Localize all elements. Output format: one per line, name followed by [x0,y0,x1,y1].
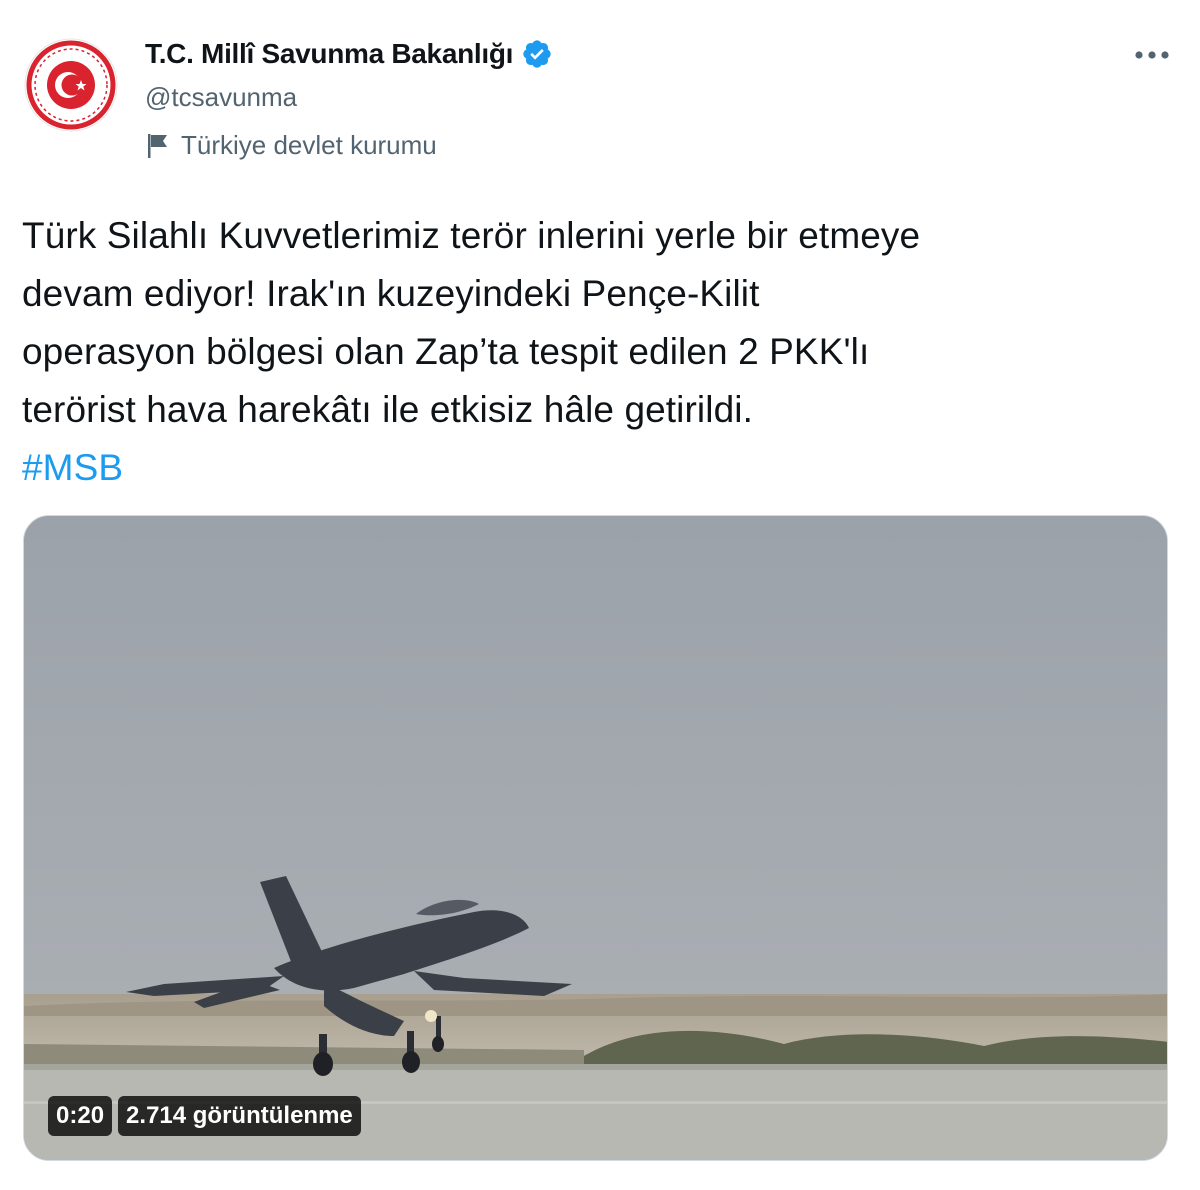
tweet-text-line: devam ediyor! Irak'ın kuzeyindeki Pençe-… [22,273,760,314]
hashtag-link[interactable]: #MSB [22,439,1172,497]
more-options-icon[interactable] [1130,40,1174,70]
tweet-text-line: operasyon bölgesi olan Zap’ta tespit edi… [22,331,870,372]
tweet-text-line: terörist hava harekâtı ile etkisiz hâle … [22,389,753,430]
account-name-row[interactable]: T.C. Millî Savunma Bakanlığı [145,38,553,70]
avatar[interactable] [24,38,118,132]
verified-badge-icon [523,40,551,68]
view-count-badge: 2.714 görüntülenme [118,1096,361,1136]
flag-icon [148,133,167,158]
display-name[interactable]: T.C. Millî Savunma Bakanlığı [145,38,513,70]
affiliation-label-row: Türkiye devlet kurumu [145,130,437,161]
tweet-text: Türk Silahlı Kuvvetlerimiz terör inlerin… [22,207,1172,497]
video-player[interactable]: 0:20 2.714 görüntülenme [23,515,1168,1161]
video-badges: 0:20 2.714 görüntülenme [48,1096,367,1136]
video-thumbnail [24,516,1167,1160]
account-handle[interactable]: @tcsavunma [145,82,297,113]
video-duration-badge: 0:20 [48,1096,113,1136]
tweet-text-line: Türk Silahlı Kuvvetlerimiz terör inlerin… [22,215,921,256]
msb-emblem-logo [24,38,118,132]
affiliation-label: Türkiye devlet kurumu [181,130,437,160]
